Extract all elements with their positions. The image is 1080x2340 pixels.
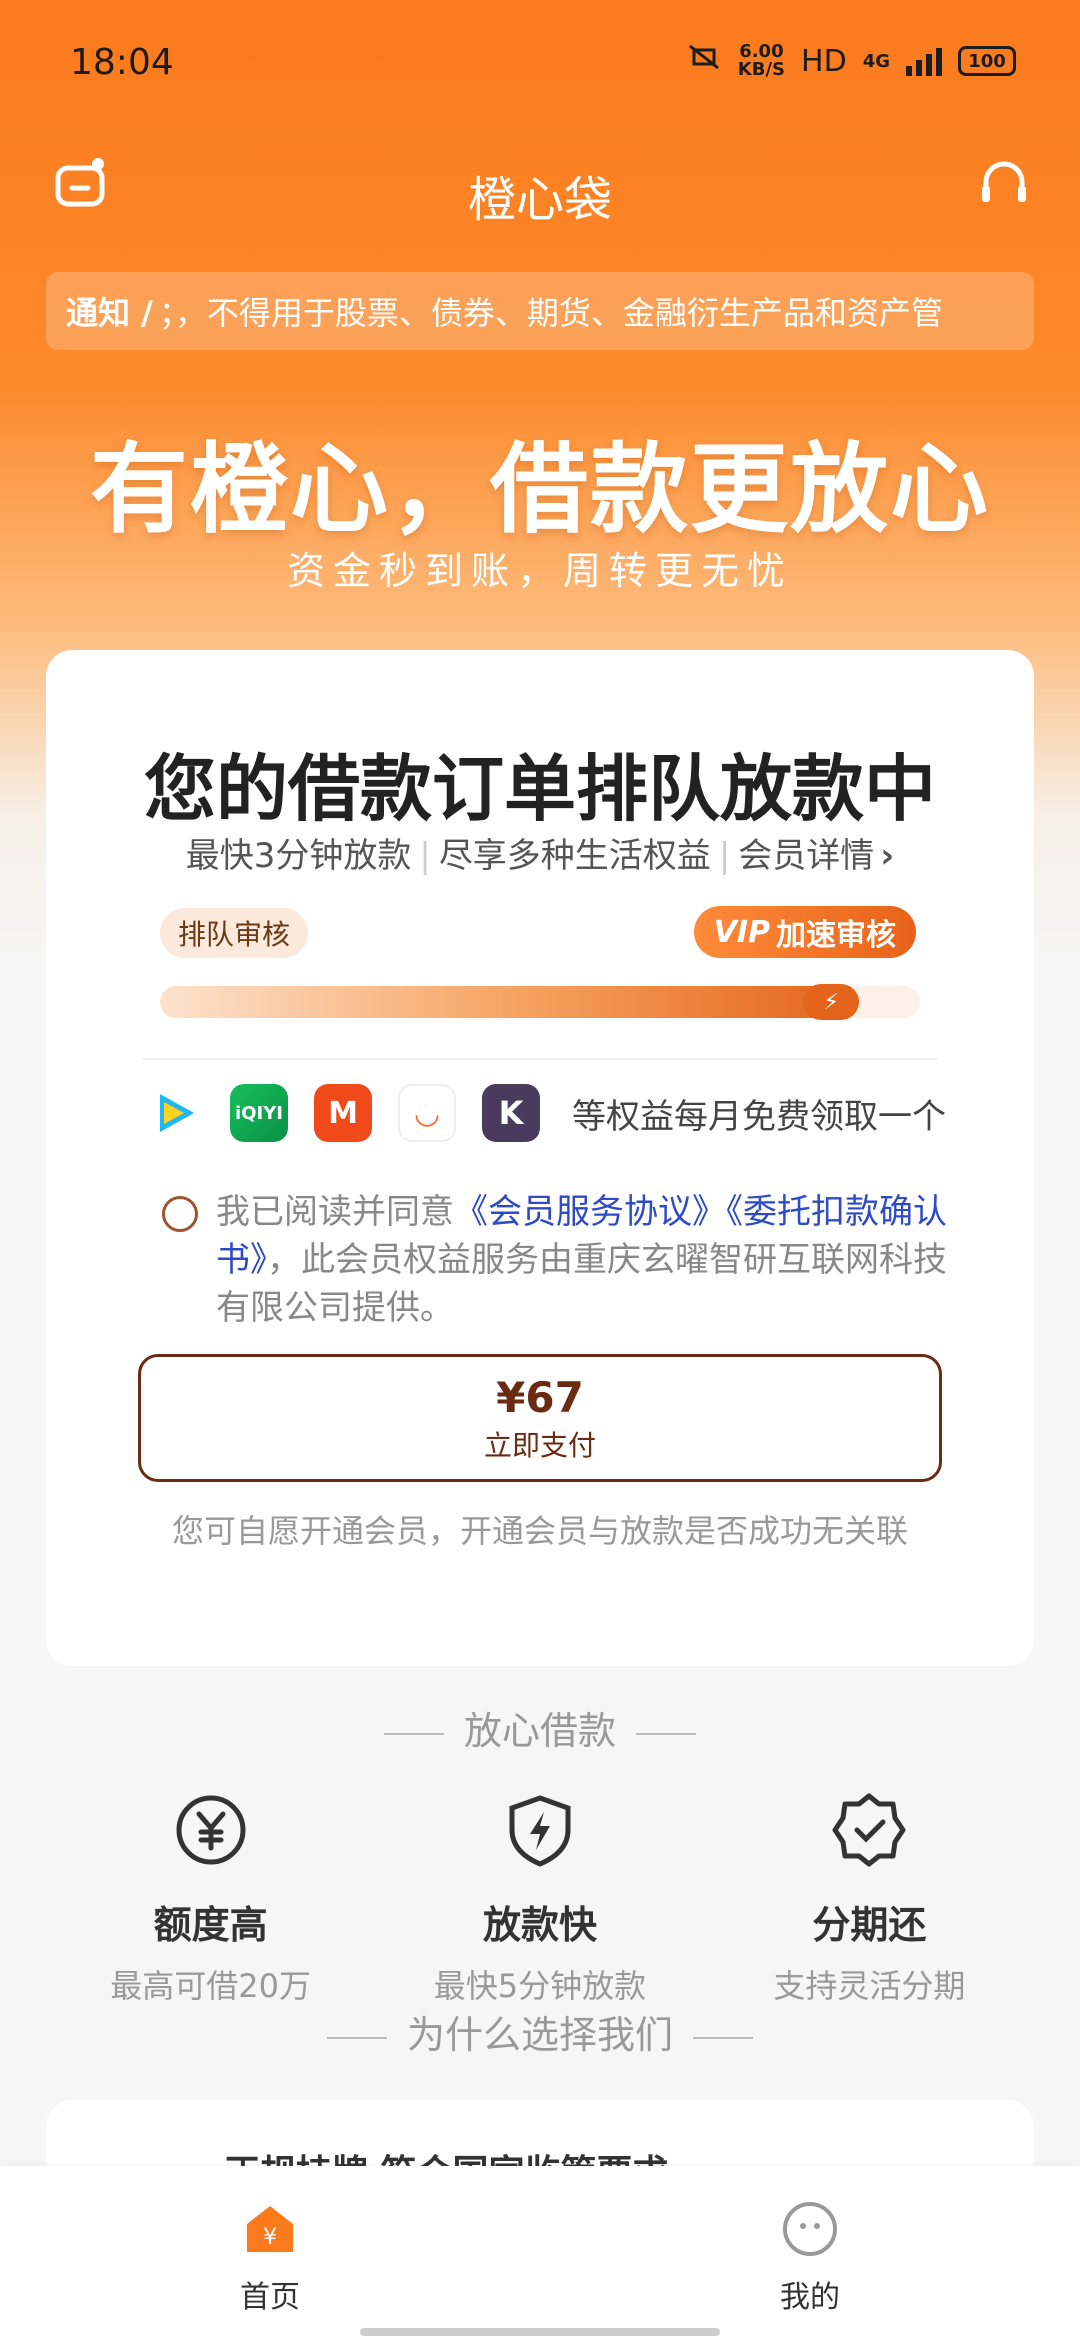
lightning-shield-icon [502,1792,578,1868]
pay-now-button[interactable]: ¥67 立即支付 [138,1354,942,1482]
mute-vibrate-icon [686,42,722,80]
divider [142,1058,938,1060]
features-row: 额度高 最高可借20万 放款快 最快5分钟放款 分期还 支持灵活分期 [46,1792,1034,2007]
hd-indicator: HD [801,43,847,79]
notice-bar[interactable]: 通知 / ；，不得用于股票、债券、期货、金融衍生产品和资产管 [46,272,1034,350]
tab-mine[interactable]: 我的 [750,2200,870,2316]
chevron-right-icon[interactable]: › [880,836,894,876]
status-time: 18:04 [70,42,174,83]
k-icon: K [482,1084,540,1142]
check-badge-icon [831,1792,907,1868]
home-indicator [360,2328,720,2336]
yuan-icon [173,1792,249,1868]
pay-price: ¥67 [496,1372,584,1422]
feature-high-limit: 额度高 最高可借20万 [46,1792,375,2007]
vip-accelerate-label: 加速审核 [776,918,896,953]
why-us-title: 为什么选择我们 [46,2004,1034,2059]
mango-tv-icon: M [314,1084,372,1142]
feature-installment: 分期还 支持灵活分期 [705,1792,1034,2007]
hero-slogan: 有橙心，借款更放心 [89,433,990,547]
status-icons: 6.00 KB/S HD 4G 100 [686,42,1016,80]
bottom-tab-bar: ¥ 首页 我的 [0,2166,1080,2340]
page-title: 橙心袋 [467,172,612,228]
iqiyi-icon: iQIYI [230,1084,288,1142]
section-title: 放心借款 [46,1700,1034,1755]
pay-label: 立即支付 [483,1428,596,1462]
status-bar: 18:04 6.00 KB/S HD 4G 100 [0,0,1080,130]
agreement-section: 我已阅读并同意《会员服务协议》《委托扣款确认书》，此会员权益服务由重庆玄曜智研互… [162,1188,962,1332]
benefit-apps-row: iQIYI M ◡ K 等权益每月免费领取一个 [146,1082,946,1144]
vip-accelerate-button[interactable]: VIP 加速审核 [693,906,916,958]
tab-home[interactable]: ¥ 首页 [210,2200,330,2316]
notice-text: ；，不得用于股票、债券、期货、金融衍生产品和资产管 [158,294,943,332]
lightning-icon: ⚡ [803,984,860,1020]
tencent-video-icon [146,1084,204,1142]
vip-badge: VIP [713,914,770,950]
card-subtitle: 最快3分钟放款 | 尽享多种生活权益 | 会员详情 › [185,836,895,876]
feature-fast-loan: 放款快 最快5分钟放款 [375,1792,704,2007]
svg-text:¥: ¥ [263,2225,277,2250]
member-details-link[interactable]: 会员详情 [738,836,874,876]
top-nav: 橙心袋 [0,150,1080,230]
progress-fill [160,986,860,1018]
queue-review-tag: 排队审核 [160,908,309,958]
network-speed: 6.00 KB/S [737,41,786,80]
notice-label: 通知 / [66,294,153,332]
headset-icon[interactable] [974,154,1034,214]
member-agreement-link[interactable]: 《会员服务协议》 [454,1192,726,1232]
cup-icon: ◡ [398,1084,456,1142]
battery-icon: 100 [958,46,1016,76]
agree-checkbox[interactable] [162,1196,198,1232]
review-progress-bar: ⚡ [160,984,920,1020]
home-icon: ¥ [241,2200,299,2258]
signal-icon [906,46,942,76]
features-section: 放心借款 额度高 最高可借20万 放款快 最快5分钟放款 分期还 支持灵活分期 … [46,1700,1034,2140]
hero-sub-slogan: 资金秒到账，周转更无忧 [286,549,793,593]
pay-note: 您可自愿开通会员，开通会员与放款是否成功无关联 [171,1512,908,1550]
network-type: 4G [862,50,890,72]
card-title: 您的借款订单排队放款中 [143,747,936,831]
benefit-description: 等权益每月免费领取一个 [572,1096,946,1137]
loan-status-card: 您的借款订单排队放款中 最快3分钟放款 | 尽享多种生活权益 | 会员详情 › 排队审核 … [46,650,1034,1666]
profile-icon [781,2200,839,2258]
